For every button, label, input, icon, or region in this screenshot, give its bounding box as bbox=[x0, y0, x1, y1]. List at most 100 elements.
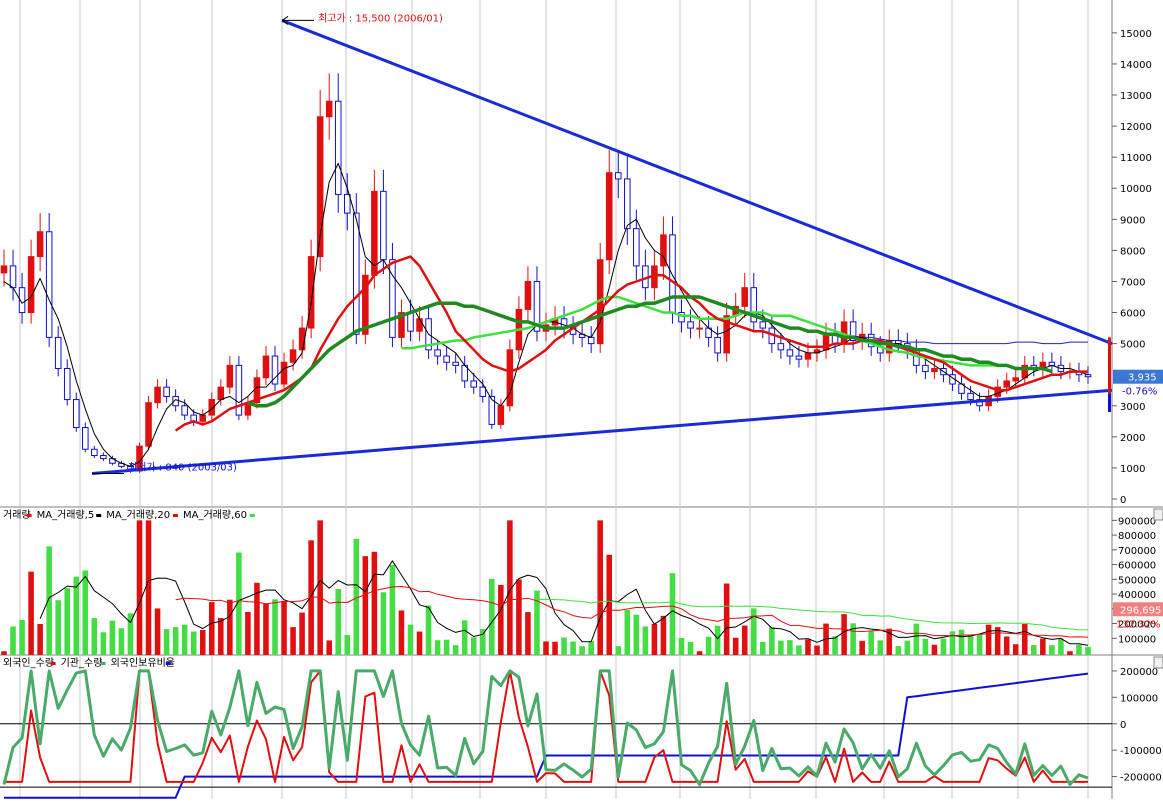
candle-body bbox=[687, 321, 694, 329]
y-tick-label: 14000 bbox=[1120, 60, 1152, 71]
volume-bar bbox=[317, 520, 323, 655]
candle-body bbox=[524, 280, 532, 310]
candle-body bbox=[967, 392, 974, 401]
y-tick-label: -200000 bbox=[1120, 773, 1162, 784]
volume-bar bbox=[470, 637, 477, 655]
volume-bar bbox=[868, 631, 874, 655]
volume-ma60-line bbox=[536, 598, 1089, 631]
volume-bar bbox=[949, 631, 956, 655]
volume-bar bbox=[895, 646, 902, 655]
volume-bar bbox=[82, 570, 89, 655]
candle-body bbox=[605, 172, 613, 261]
candle-body bbox=[27, 256, 35, 314]
volume-bar bbox=[1003, 636, 1010, 655]
volume-bar bbox=[362, 556, 369, 655]
volume-bar bbox=[687, 641, 694, 655]
y-tick-label: 5000 bbox=[1120, 340, 1145, 351]
candle-body bbox=[633, 228, 640, 267]
volume-bar bbox=[750, 608, 757, 655]
volume-bar bbox=[958, 629, 965, 655]
candle-body bbox=[298, 327, 306, 351]
volume-bar bbox=[543, 641, 549, 655]
y-tick-label: 400000 bbox=[1118, 590, 1156, 601]
volume-bar bbox=[642, 626, 649, 655]
y-tick-label: 2000 bbox=[1120, 433, 1145, 444]
y-tick-label: 10000 bbox=[1120, 184, 1152, 195]
current-candle bbox=[1108, 337, 1111, 394]
candle-body bbox=[289, 349, 297, 363]
volume-bar bbox=[1021, 624, 1028, 655]
volume-bar bbox=[335, 589, 342, 655]
volume-bar bbox=[525, 612, 531, 655]
candle-body bbox=[786, 349, 794, 357]
candle-body bbox=[262, 355, 270, 379]
y-tick-label: 600000 bbox=[1118, 561, 1156, 572]
volume-bar bbox=[73, 576, 80, 655]
candle-body bbox=[669, 234, 676, 314]
volume-bar bbox=[615, 646, 622, 655]
candle-body bbox=[45, 231, 53, 338]
candle-body bbox=[506, 349, 514, 407]
volume-bar bbox=[760, 641, 766, 655]
candle-body bbox=[63, 367, 71, 401]
scroll-button[interactable] bbox=[1153, 508, 1163, 521]
y-tick-label: 9000 bbox=[1120, 215, 1145, 226]
volume-bar bbox=[91, 618, 98, 655]
volume-bar bbox=[154, 608, 161, 655]
candle-body bbox=[587, 336, 595, 345]
candle-body bbox=[922, 364, 929, 373]
volume-bar bbox=[1058, 638, 1064, 655]
volume-bar bbox=[597, 520, 603, 655]
volume-bar bbox=[633, 614, 640, 655]
volume-bar bbox=[651, 623, 658, 655]
volume-bar bbox=[859, 640, 865, 655]
volume-badge-text: 296,695 bbox=[1120, 605, 1161, 616]
candle-body bbox=[470, 380, 478, 388]
y-tick-label: 500000 bbox=[1118, 575, 1156, 586]
volume-bar bbox=[100, 632, 107, 655]
scroll-button[interactable] bbox=[1153, 656, 1163, 669]
candle-body bbox=[624, 178, 631, 230]
volume-bar bbox=[624, 610, 631, 655]
volume-bar bbox=[290, 627, 296, 655]
volume-bar bbox=[985, 624, 992, 655]
price-change-text: -0.76% bbox=[1122, 387, 1157, 398]
investor-legend-label: 외국인_수량 bbox=[3, 657, 54, 669]
volume-legend-label: MA_거래량,5 bbox=[37, 509, 95, 521]
volume-bar bbox=[787, 640, 793, 655]
volume-bar bbox=[389, 565, 396, 655]
investor-legend-label: 외국인보유비율 bbox=[111, 657, 175, 669]
candle-body bbox=[1003, 380, 1010, 388]
volume-change-text: 132.32% bbox=[1116, 619, 1161, 630]
volume-bar bbox=[443, 639, 450, 655]
volume-bar bbox=[434, 640, 441, 655]
volume-legend-label: MA_거래량,20 bbox=[106, 509, 170, 521]
candle-body bbox=[479, 386, 487, 397]
candle-body bbox=[226, 364, 234, 388]
volume-bar bbox=[425, 605, 432, 655]
volume-bar bbox=[145, 520, 152, 655]
volume-bar bbox=[841, 614, 847, 655]
volume-bar bbox=[696, 651, 703, 655]
volume-bar bbox=[181, 624, 188, 655]
candle-body bbox=[199, 414, 207, 422]
candle-body bbox=[280, 361, 288, 385]
volume-bar bbox=[10, 626, 16, 655]
volume-bar bbox=[832, 636, 838, 655]
y-tick-label: -100000 bbox=[1120, 746, 1162, 757]
volume-bar bbox=[199, 630, 206, 655]
candle-body bbox=[82, 427, 89, 450]
candle-body bbox=[0, 265, 8, 274]
candle-body bbox=[334, 100, 342, 195]
candle-body bbox=[217, 386, 225, 401]
volume-bar bbox=[922, 638, 929, 655]
volume-bar bbox=[913, 623, 920, 655]
volume-bar bbox=[380, 592, 387, 655]
candle-body bbox=[100, 454, 107, 460]
chart-svg[interactable]: 최고가 : 15,500 (2006/01) 최저가 : 840 (2003/03… bbox=[0, 0, 1163, 803]
y-tick-label: 800000 bbox=[1118, 531, 1156, 542]
stock-chart[interactable]: 최고가 : 15,500 (2006/01) 최저가 : 840 (2003/03… bbox=[0, 0, 1163, 803]
volume-bar bbox=[64, 588, 71, 655]
volume-bar bbox=[326, 640, 332, 655]
volume-bar bbox=[479, 629, 486, 655]
